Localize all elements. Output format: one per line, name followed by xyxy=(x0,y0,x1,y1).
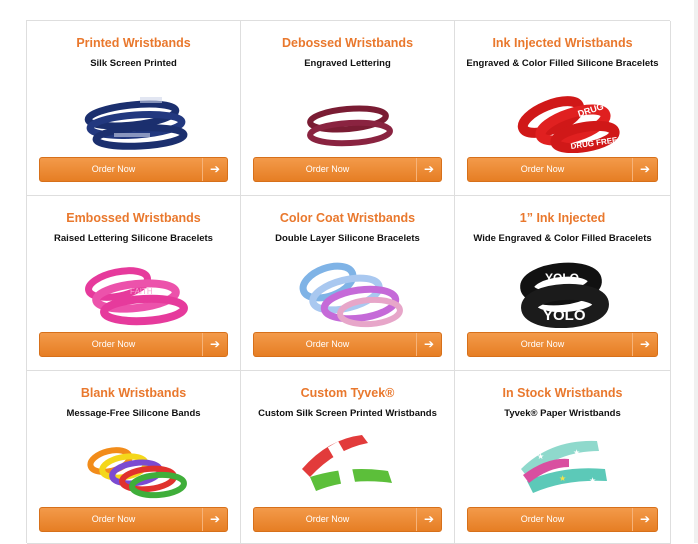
navy-printed-wristbands-image[interactable] xyxy=(74,79,194,153)
order-now-label: Order Now xyxy=(520,514,565,524)
svg-text:★: ★ xyxy=(573,448,580,457)
order-now-button[interactable]: Order Now ➔ xyxy=(467,332,658,357)
order-now-button[interactable]: Order Now ➔ xyxy=(39,157,228,182)
product-title[interactable]: Custom Tyvek® xyxy=(241,386,454,400)
order-now-button[interactable]: Order Now ➔ xyxy=(467,507,658,532)
band-text: YOLO xyxy=(545,271,579,285)
band-text: YOLO xyxy=(543,307,586,324)
multicolor-blank-wristbands-image[interactable] xyxy=(74,429,194,503)
product-card-custom-tyvek: Custom Tyvek® Custom Silk Screen Printed… xyxy=(241,371,455,544)
arrow-right-icon: ➔ xyxy=(416,508,441,531)
product-subtitle: Double Layer Silicone Bracelets xyxy=(275,233,420,244)
order-now-label: Order Now xyxy=(91,514,136,524)
order-now-label: Order Now xyxy=(305,339,350,349)
order-now-button[interactable]: Order Now ➔ xyxy=(39,507,228,532)
arrow-right-icon: ➔ xyxy=(202,333,227,356)
product-subtitle: Engraved & Color Filled Silicone Bracele… xyxy=(466,58,659,69)
svg-text:★: ★ xyxy=(589,476,596,485)
product-subtitle: Wide Engraved & Color Filled Bracelets xyxy=(473,233,652,244)
order-now-button[interactable]: Order Now ➔ xyxy=(253,157,442,182)
product-card-1-inch-ink-injected: 1” Ink Injected Wide Engraved & Color Fi… xyxy=(455,196,671,371)
product-card-in-stock-wristbands: In Stock Wristbands Tyvek® Paper Wristba… xyxy=(455,371,671,544)
order-now-button[interactable]: Order Now ➔ xyxy=(467,157,658,182)
scrollbar[interactable] xyxy=(694,0,698,543)
product-title[interactable]: In Stock Wristbands xyxy=(455,386,670,400)
order-now-label: Order Now xyxy=(520,164,565,174)
arrow-right-icon: ➔ xyxy=(202,508,227,531)
svg-text:★: ★ xyxy=(537,452,544,461)
black-wide-wristbands-image[interactable]: YOLO YOLO xyxy=(503,254,623,328)
arrow-right-icon: ➔ xyxy=(416,333,441,356)
product-subtitle: Custom Silk Screen Printed Wristbands xyxy=(258,408,437,419)
product-card-ink-injected-wristbands: Ink Injected Wristbands Engraved & Color… xyxy=(455,21,671,196)
order-now-label: Order Now xyxy=(520,339,565,349)
product-title[interactable]: Color Coat Wristbands xyxy=(241,211,454,225)
order-now-label: Order Now xyxy=(91,339,136,349)
product-card-embossed-wristbands: Embossed Wristbands Raised Lettering Sil… xyxy=(27,196,241,371)
band-text: FAITH xyxy=(130,287,153,296)
red-green-tyvek-wristbands-image[interactable] xyxy=(288,429,408,503)
product-card-color-coat-wristbands: Color Coat Wristbands Double Layer Silic… xyxy=(241,196,455,371)
svg-text:★: ★ xyxy=(559,474,566,483)
product-title[interactable]: Blank Wristbands xyxy=(27,386,240,400)
pink-embossed-wristbands-image[interactable]: FAITH xyxy=(74,254,194,328)
teal-star-tyvek-wristbands-image[interactable]: ★ ★ ★ ★ xyxy=(503,429,623,503)
product-subtitle: Silk Screen Printed xyxy=(90,58,177,69)
arrow-right-icon: ➔ xyxy=(202,158,227,181)
product-subtitle: Tyvek® Paper Wristbands xyxy=(504,408,621,419)
product-card-debossed-wristbands: Debossed Wristbands Engraved Lettering O… xyxy=(241,21,455,196)
order-now-button[interactable]: Order Now ➔ xyxy=(253,332,442,357)
red-ink-injected-wristbands-image[interactable]: DRUG FREE DRUG FREE xyxy=(503,79,623,153)
product-subtitle: Raised Lettering Silicone Bracelets xyxy=(54,233,213,244)
order-now-label: Order Now xyxy=(91,164,136,174)
product-subtitle: Message-Free Silicone Bands xyxy=(66,408,201,419)
arrow-right-icon: ➔ xyxy=(632,333,657,356)
color-coat-wristbands-image[interactable] xyxy=(288,254,408,328)
product-title[interactable]: Embossed Wristbands xyxy=(27,211,240,225)
product-subtitle: Engraved Lettering xyxy=(304,58,391,69)
product-title[interactable]: 1” Ink Injected xyxy=(455,211,670,225)
product-grid: Printed Wristbands Silk Screen Printed O… xyxy=(26,20,671,544)
arrow-right-icon: ➔ xyxy=(632,508,657,531)
order-now-button[interactable]: Order Now ➔ xyxy=(253,507,442,532)
order-now-button[interactable]: Order Now ➔ xyxy=(39,332,228,357)
product-title[interactable]: Printed Wristbands xyxy=(27,36,240,50)
order-now-label: Order Now xyxy=(305,514,350,524)
product-title[interactable]: Debossed Wristbands xyxy=(241,36,454,50)
product-title[interactable]: Ink Injected Wristbands xyxy=(455,36,670,50)
maroon-debossed-wristbands-image[interactable] xyxy=(288,79,408,153)
product-card-blank-wristbands: Blank Wristbands Message-Free Silicone B… xyxy=(27,371,241,544)
arrow-right-icon: ➔ xyxy=(632,158,657,181)
order-now-label: Order Now xyxy=(305,164,350,174)
product-card-printed-wristbands: Printed Wristbands Silk Screen Printed O… xyxy=(27,21,241,196)
arrow-right-icon: ➔ xyxy=(416,158,441,181)
